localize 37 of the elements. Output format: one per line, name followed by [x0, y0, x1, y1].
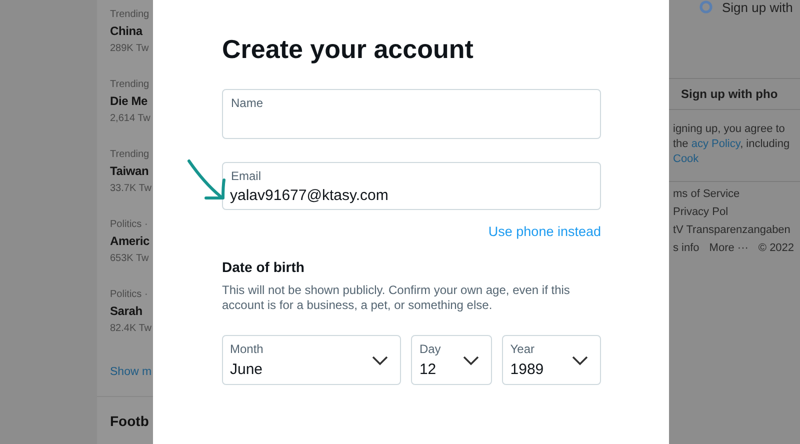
- use-phone-link[interactable]: Use phone instead: [488, 224, 601, 239]
- trend-topic[interactable]: Sarah: [110, 302, 142, 321]
- trend-topic[interactable]: Die Me: [110, 92, 148, 111]
- trend-count: 289K Tw: [110, 42, 149, 56]
- dropdown-select[interactable]: Day 12: [411, 335, 492, 385]
- dialog-title: Create your account: [222, 33, 474, 65]
- trend-category: Politics ·: [110, 218, 148, 232]
- footer-link[interactable]: © 2022: [758, 243, 794, 254]
- trend-category: Politics ·: [110, 288, 148, 302]
- dropdown-select[interactable]: Year 1989: [502, 335, 601, 385]
- trend-count: 653K Tw: [110, 252, 149, 266]
- chevron-down-icon: [463, 356, 480, 366]
- trend-topic[interactable]: Taiwan: [110, 162, 149, 181]
- trend-count: 82.4K Tw: [110, 322, 152, 336]
- trend-topic[interactable]: China: [110, 22, 142, 41]
- trend-category: Trending: [110, 78, 150, 92]
- footer-link[interactable]: tV Transparenzangaben: [673, 225, 790, 236]
- description-text: This will not be shown publicly. Confirm your own age, even if this account is for a business, a pet, or something else.: [222, 283, 571, 313]
- dropdown-select[interactable]: Month June: [222, 335, 402, 385]
- footer-link[interactable]: ms of Service: [673, 189, 740, 200]
- trend-count: 33.7K Tw: [110, 182, 152, 196]
- trend-category: Trending: [110, 148, 150, 162]
- trend-category: Trending: [110, 8, 150, 22]
- google-signup-button[interactable]: Sign up with: [699, 0, 796, 14]
- footer-link[interactable]: s info: [673, 243, 700, 254]
- terms-text: igning up, you agree to the acy Policy, including Cook: [673, 122, 791, 167]
- chevron-down-icon: [372, 356, 388, 366]
- text-field[interactable]: Name: [222, 89, 601, 139]
- trend-count: 2,614 Tw: [110, 112, 150, 126]
- section-heading: Date of birth: [222, 259, 306, 275]
- phone-signup-button[interactable]: Sign up with pho: [669, 79, 800, 110]
- chevron-down-icon: [572, 356, 588, 366]
- section-heading: Footb: [110, 413, 149, 429]
- footer-link[interactable]: More ···: [709, 243, 748, 254]
- text-field[interactable]: Email yalav91677@ktasy.com: [222, 162, 601, 210]
- footer-link[interactable]: Privacy Pol: [673, 207, 728, 218]
- trend-topic[interactable]: Americ: [110, 232, 150, 251]
